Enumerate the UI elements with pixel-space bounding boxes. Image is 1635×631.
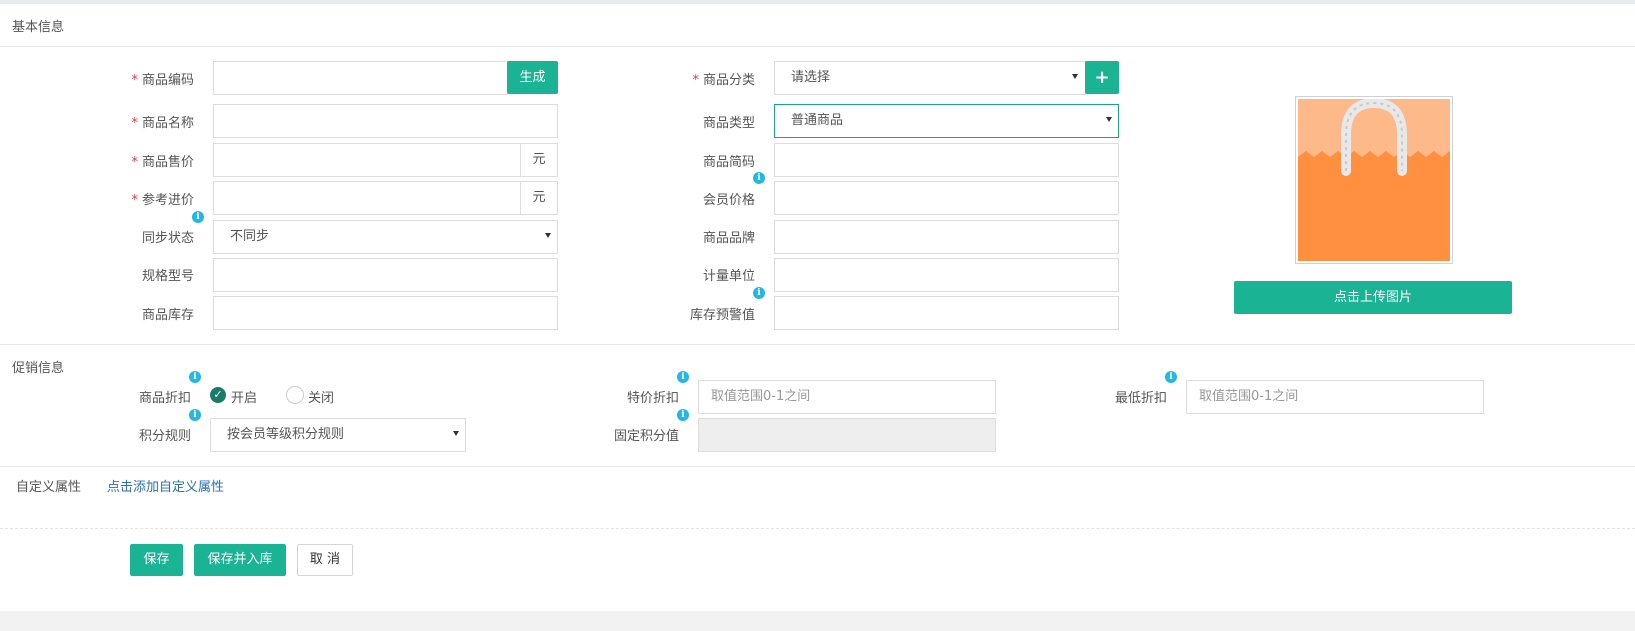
price-label: * 商品售价	[131, 155, 194, 170]
stock-input[interactable]	[213, 296, 558, 330]
info-icon[interactable]: i	[189, 409, 201, 421]
discount-on-label: 开启	[231, 391, 258, 406]
short-code-label: 商品简码	[702, 155, 755, 170]
short-code-input[interactable]	[774, 143, 1119, 177]
code-input[interactable]	[213, 61, 508, 95]
spec-input[interactable]	[213, 258, 558, 292]
shopping-bag-icon	[1298, 97, 1450, 261]
add-custom-attribute-link[interactable]: 点击添加自定义属性	[107, 476, 224, 495]
divider	[0, 466, 1635, 467]
unit-label: 计量单位	[702, 269, 755, 284]
price-input[interactable]	[213, 143, 521, 177]
chevron-down-icon	[1072, 74, 1078, 79]
code-label: * 商品编码	[131, 73, 194, 88]
info-icon[interactable]: i	[189, 371, 201, 383]
discount-off-radio[interactable]	[286, 386, 304, 404]
points-rule-label: 积分规则	[138, 429, 191, 444]
name-input[interactable]	[213, 104, 558, 138]
divider	[0, 344, 1635, 345]
footer-strip	[0, 611, 1635, 631]
chevron-down-icon	[545, 233, 551, 238]
min-discount-input[interactable]: 取值范围0-1之间	[1186, 380, 1484, 414]
section-title-promo: 促销信息	[12, 361, 65, 376]
stock-warning-input[interactable]	[774, 296, 1119, 330]
cost-label: * 参考进价	[131, 193, 194, 208]
discount-on-radio[interactable]: ✓	[210, 387, 226, 403]
top-border	[0, 0, 1635, 4]
info-icon[interactable]: i	[677, 409, 689, 421]
section-title-basic: 基本信息	[12, 20, 65, 35]
info-icon[interactable]: i	[753, 172, 765, 184]
divider	[0, 528, 1635, 529]
save-button[interactable]: 保存	[130, 544, 183, 576]
name-label: * 商品名称	[131, 116, 194, 131]
discount-label: 商品折扣	[138, 391, 191, 406]
cancel-button[interactable]: 取 消	[297, 544, 353, 576]
special-discount-input[interactable]: 取值范围0-1之间	[698, 380, 996, 414]
category-select[interactable]: 请选择	[774, 61, 1086, 95]
info-icon[interactable]: i	[192, 211, 204, 223]
sync-select[interactable]: 不同步	[213, 220, 558, 254]
divider	[0, 46, 1635, 47]
special-discount-label: 特价折扣	[626, 391, 679, 406]
cost-input[interactable]	[213, 181, 521, 215]
min-discount-label: 最低折扣	[1114, 391, 1167, 406]
brand-input[interactable]	[774, 220, 1119, 254]
type-select[interactable]: 普通商品	[774, 104, 1119, 138]
discount-off-label: 关闭	[308, 391, 335, 406]
cost-unit: 元	[520, 181, 558, 215]
fixed-points-input[interactable]	[698, 418, 996, 452]
chevron-down-icon	[1106, 117, 1112, 122]
brand-label: 商品品牌	[702, 231, 755, 246]
chevron-down-icon	[453, 431, 459, 436]
check-icon: ✓	[213, 388, 223, 401]
plus-icon: +	[1094, 67, 1110, 88]
upload-image-button[interactable]: 点击上传图片	[1234, 281, 1512, 314]
product-image	[1295, 96, 1453, 264]
spec-label: 规格型号	[141, 269, 194, 284]
fixed-points-label: 固定积分值	[613, 429, 679, 444]
category-label: * 商品分类	[692, 73, 755, 88]
section-title-custom: 自定义属性	[16, 480, 82, 495]
sync-label: 同步状态	[141, 231, 194, 246]
info-icon[interactable]: i	[753, 287, 765, 299]
info-icon[interactable]: i	[1165, 371, 1177, 383]
member-price-label: 会员价格	[702, 193, 755, 208]
points-rule-select[interactable]: 按会员等级积分规则	[210, 418, 466, 452]
info-icon[interactable]: i	[677, 371, 689, 383]
add-category-button[interactable]: +	[1085, 61, 1119, 94]
stock-label: 商品库存	[141, 308, 194, 323]
type-label: 商品类型	[702, 116, 755, 131]
member-price-input[interactable]	[774, 181, 1119, 215]
unit-input[interactable]	[774, 258, 1119, 292]
generate-code-button[interactable]: 生成	[507, 61, 558, 94]
price-unit: 元	[520, 143, 558, 177]
save-and-stock-button[interactable]: 保存并入库	[194, 544, 286, 576]
stock-warning-label: 库存预警值	[689, 308, 755, 323]
